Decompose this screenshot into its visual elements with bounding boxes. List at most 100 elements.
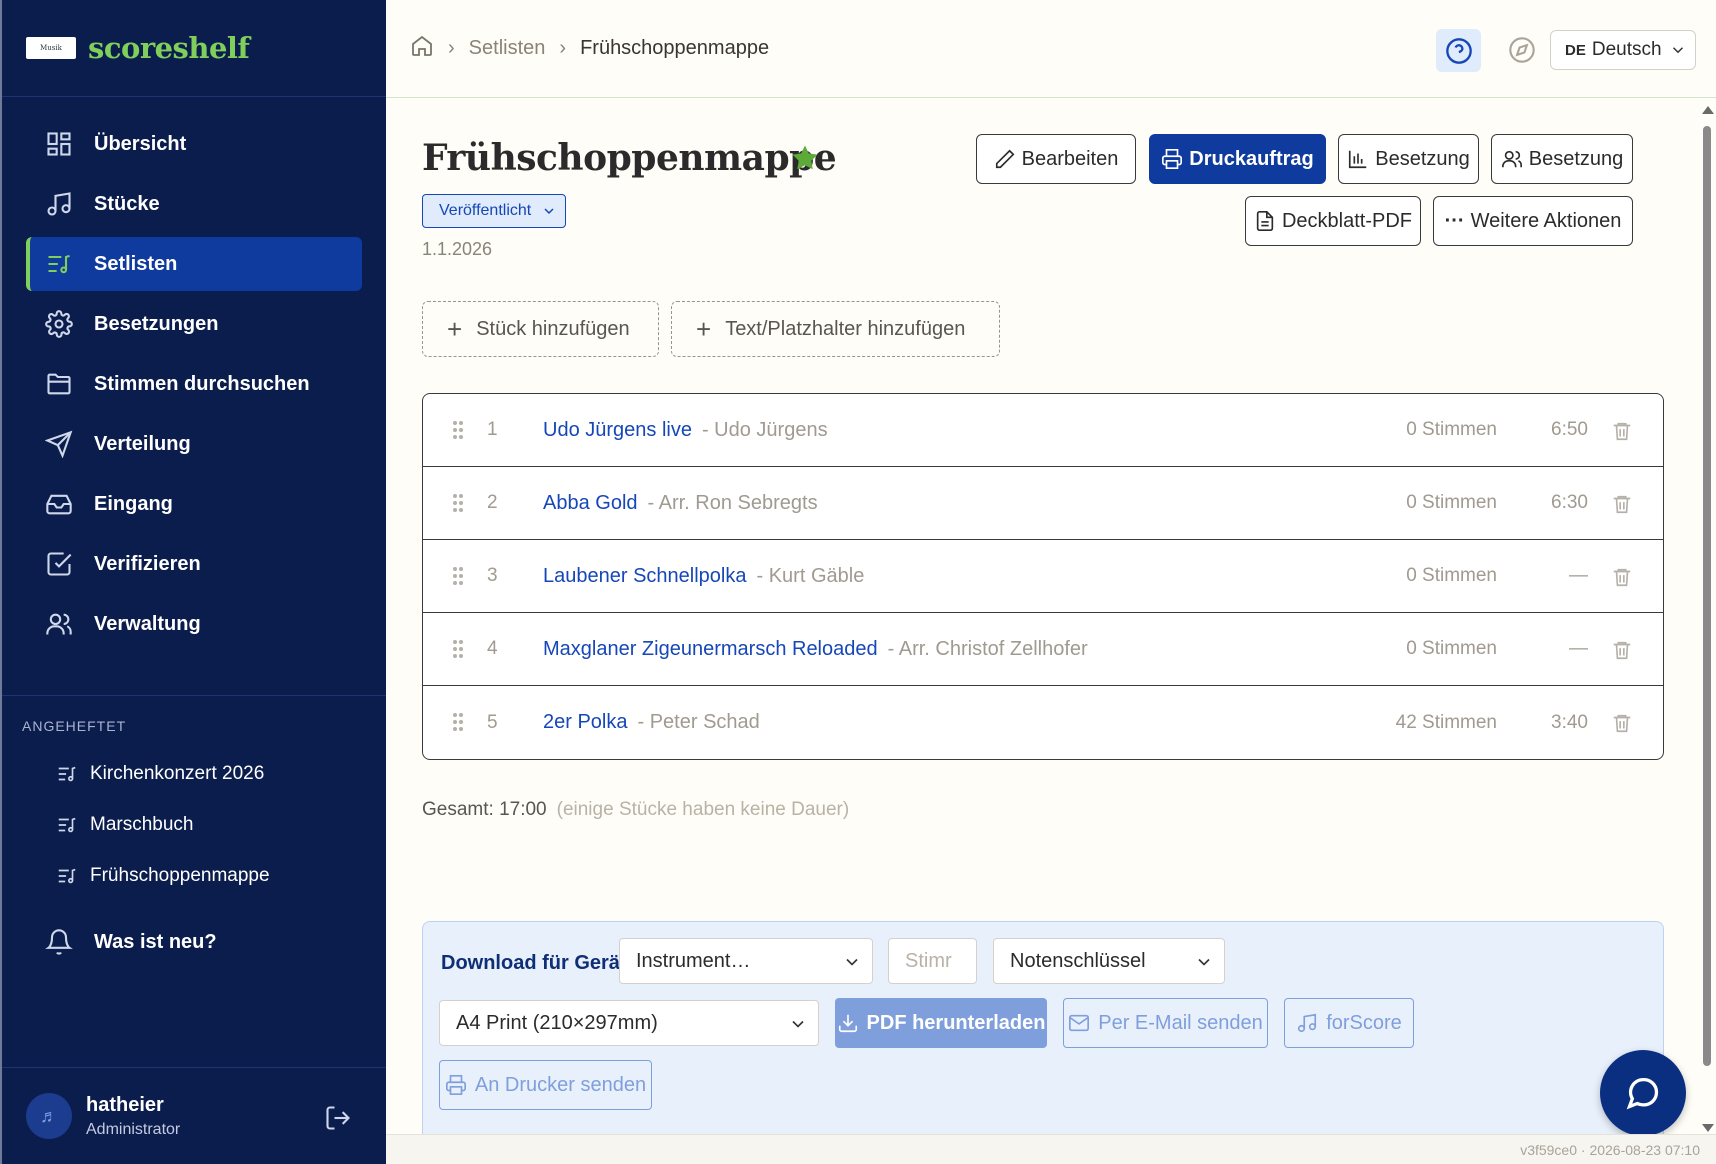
sidebar-item-stimmen-durchsuchen[interactable]: Stimmen durchsuchen — [26, 357, 362, 411]
pencil-icon — [995, 149, 1015, 169]
format-select[interactable]: A4 Print (210×297mm) — [439, 1000, 819, 1046]
sidebar-item-setlisten[interactable]: Setlisten — [26, 237, 362, 291]
add-text-placeholder-button[interactable]: + Text/Platzhalter hinzufügen — [671, 301, 1000, 357]
download-pdf-button[interactable]: PDF herunterladen — [835, 998, 1047, 1048]
drag-handle-icon[interactable] — [453, 567, 463, 585]
ellipsis-icon: ··· — [1444, 209, 1465, 232]
scroll-up-arrow[interactable] — [1702, 106, 1714, 114]
plus-icon: + — [696, 313, 712, 344]
pinned-item-label: Frühschoppenmappe — [90, 864, 270, 886]
sidebar-item-label: Verteilung — [94, 432, 191, 455]
add-piece-button[interactable]: + Stück hinzufügen — [422, 301, 659, 357]
setlist-icon — [56, 814, 78, 836]
total-label: Gesamt: 17:00 — [422, 799, 547, 820]
send-to-printer-label: An Drucker senden — [474, 1073, 647, 1096]
voice-count: 0 Stimmen — [1406, 419, 1497, 440]
scroll-down-arrow[interactable] — [1702, 1124, 1714, 1132]
sidebar-item-label: Verwaltung — [94, 612, 201, 635]
brand[interactable]: Musik scoreshelf — [2, 0, 386, 97]
total-duration: Gesamt: 17:00 (einige Stücke haben keine … — [422, 799, 849, 821]
brand-logo: Musik — [26, 37, 76, 59]
sidebar-item-uebersicht[interactable]: Übersicht — [26, 117, 362, 171]
music-note-icon — [44, 189, 74, 219]
voice-count: 0 Stimmen — [1406, 492, 1497, 513]
sidebar-item-label: Stücke — [94, 192, 160, 215]
drag-handle-icon[interactable] — [453, 421, 463, 439]
drag-handle-icon[interactable] — [453, 640, 463, 658]
piece-link[interactable]: 2er Polka — [543, 711, 628, 733]
user-panel: ♬ hatheier Administrator — [2, 1067, 386, 1164]
piece-link[interactable]: Maxglaner Zigeunermarsch Reloaded — [543, 638, 878, 660]
instrument-select[interactable]: Instrument… — [619, 938, 873, 984]
trash-icon[interactable] — [1611, 420, 1633, 442]
piece-composer: - Kurt Gäble — [756, 564, 865, 587]
sidebar-item-verteilung[interactable]: Verteilung — [26, 417, 362, 471]
home-icon[interactable] — [410, 34, 434, 64]
piece-link[interactable]: Laubener Schnellpolka — [543, 565, 747, 587]
voice-input[interactable]: Stimr — [888, 938, 977, 984]
sidebar-item-stuecke[interactable]: Stücke — [26, 177, 362, 231]
help-button[interactable] — [1436, 29, 1481, 72]
sidebar-item-whats-new[interactable]: Was ist neu? — [26, 915, 362, 969]
row-number: 2 — [487, 492, 498, 513]
user-name: hatheier — [86, 1093, 164, 1116]
scrollbar-thumb[interactable] — [1703, 126, 1711, 1066]
email-send-button[interactable]: Per E-Mail senden — [1063, 998, 1268, 1048]
download-icon — [838, 1014, 857, 1033]
chevron-right-icon: › — [448, 37, 455, 59]
brand-name: scoreshelf — [88, 31, 250, 65]
trash-icon[interactable] — [1611, 639, 1633, 661]
piece-composer: - Arr. Christof Zellhofer — [887, 637, 1088, 660]
bar-chart-icon — [1349, 150, 1367, 169]
add-text-label: Text/Platzhalter hinzufügen — [725, 317, 966, 340]
send-to-printer-button[interactable]: An Drucker senden — [439, 1060, 652, 1110]
row-number: 1 — [487, 419, 498, 440]
trash-icon[interactable] — [1611, 712, 1633, 734]
logout-icon[interactable] — [324, 1104, 352, 1132]
more-actions-button[interactable]: ··· Weitere Aktionen — [1433, 196, 1633, 246]
clef-select-value: Notenschlüssel — [1010, 949, 1146, 972]
edit-button[interactable]: Bearbeiten — [976, 134, 1136, 184]
forscore-button[interactable]: forScore — [1284, 998, 1414, 1048]
sidebar-item-eingang[interactable]: Eingang — [26, 477, 362, 531]
scrollbar[interactable] — [1700, 104, 1714, 1134]
drag-handle-icon[interactable] — [453, 494, 463, 512]
table-row: 4 Maxglaner Zigeunermarsch Reloaded - Arr… — [423, 613, 1663, 686]
piece-composer: - Arr. Ron Sebregts — [647, 491, 818, 514]
pinned-item-label: Marschbuch — [90, 813, 194, 835]
pinned-item[interactable]: Kirchenkonzert 2026 — [2, 748, 386, 799]
language-select[interactable]: DE Deutsch — [1550, 30, 1696, 70]
grid-icon — [44, 129, 74, 159]
page-title: Frühschoppenmappe — [422, 137, 837, 179]
instrumentation-people-button[interactable]: Besetzung — [1491, 134, 1633, 184]
sidebar-item-verifizieren[interactable]: Verifizieren — [26, 537, 362, 591]
voice-input-placeholder: Stimr — [905, 949, 952, 972]
status-dropdown[interactable]: Veröffentlicht — [422, 194, 567, 228]
pinned-item[interactable]: Frühschoppenmappe — [2, 850, 386, 901]
breadcrumb-current: Frühschoppenmappe — [580, 37, 770, 59]
breadcrumb-parent[interactable]: Setlisten — [469, 37, 546, 60]
avatar[interactable]: ♬ — [26, 1093, 72, 1139]
chevron-down-icon — [1672, 47, 1684, 54]
trash-icon[interactable] — [1611, 566, 1633, 588]
chat-button[interactable] — [1600, 1050, 1686, 1136]
piece-link[interactable]: Udo Jürgens live — [543, 419, 692, 441]
cover-pdf-button[interactable]: Deckblatt-PDF — [1245, 196, 1421, 246]
sidebar: Musik scoreshelf Übersicht Stücke Setlis… — [0, 0, 386, 1164]
chevron-down-icon — [846, 958, 858, 966]
instrumentation-chart-button[interactable]: Besetzung — [1338, 134, 1479, 184]
cover-pdf-label: Deckblatt-PDF — [1281, 209, 1413, 232]
trash-icon[interactable] — [1611, 493, 1633, 515]
sidebar-item-verwaltung[interactable]: Verwaltung — [26, 597, 362, 651]
sidebar-item-besetzungen[interactable]: Besetzungen — [26, 297, 362, 351]
pinned-item[interactable]: Marschbuch — [2, 799, 386, 850]
drag-handle-icon[interactable] — [453, 713, 463, 731]
folder-icon — [44, 369, 74, 399]
piece-link[interactable]: Abba Gold — [543, 492, 638, 514]
clef-select[interactable]: Notenschlüssel — [993, 938, 1225, 984]
star-icon[interactable] — [790, 143, 820, 173]
sidebar-item-label: Verifizieren — [94, 552, 201, 575]
compass-icon[interactable] — [1508, 36, 1536, 64]
print-job-button[interactable]: Druckauftrag — [1149, 134, 1326, 184]
row-number: 4 — [487, 638, 498, 659]
